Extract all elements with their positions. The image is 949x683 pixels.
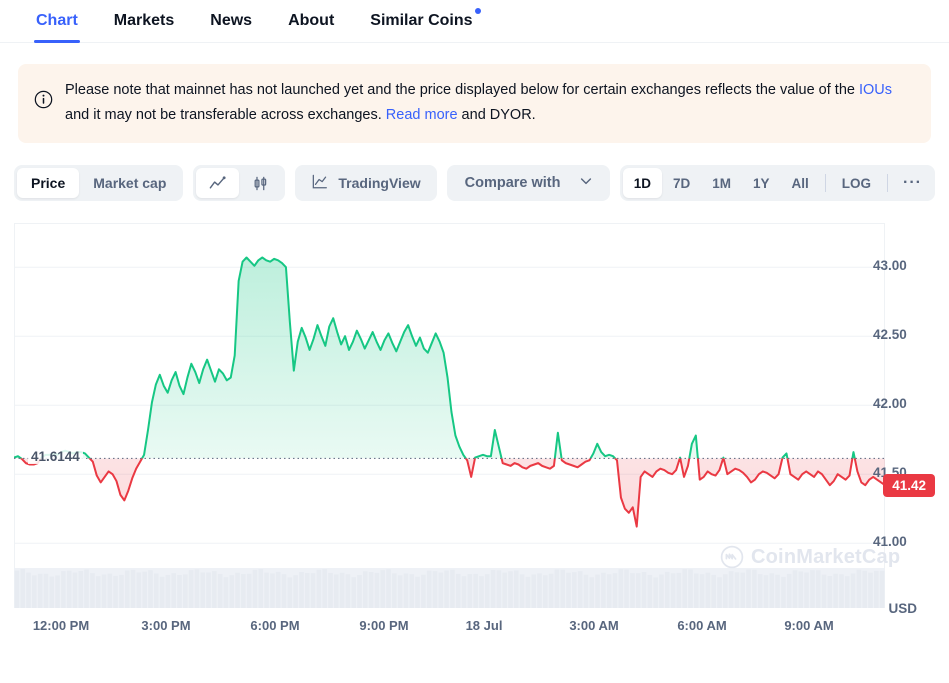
reference-price-label: 41.6144 xyxy=(28,449,83,464)
tab-news[interactable]: News xyxy=(192,0,270,43)
range-1m-button[interactable]: 1M xyxy=(701,168,742,198)
tab-about[interactable]: About xyxy=(270,0,352,43)
time-range-selector: 1D 7D 1M 1Y All LOG ··· xyxy=(620,165,935,201)
line-chart-icon[interactable] xyxy=(196,168,239,198)
x-axis-tick-2: 6:00 PM xyxy=(250,618,299,633)
price-marketcap-toggle: Price Market cap xyxy=(14,165,183,201)
y-axis-label-42: 42.00 xyxy=(873,396,931,411)
x-axis-tick-3: 9:00 PM xyxy=(359,618,408,633)
info-icon xyxy=(34,90,53,114)
range-1y-button[interactable]: 1Y xyxy=(742,168,781,198)
tradingview-icon xyxy=(311,173,329,194)
x-axis-tick-4: 18 Jul xyxy=(466,618,503,633)
tab-chart[interactable]: Chart xyxy=(18,0,96,43)
divider xyxy=(825,174,826,192)
more-options-button[interactable]: ··· xyxy=(893,174,932,192)
x-axis-tick-6: 6:00 AM xyxy=(677,618,726,633)
range-7d-button[interactable]: 7D xyxy=(662,168,701,198)
chart-toolbar: Price Market cap TradingView xyxy=(14,165,935,201)
tab-markets[interactable]: Markets xyxy=(96,0,192,43)
price-chart-canvas[interactable] xyxy=(14,223,935,608)
x-axis-tick-5: 3:00 AM xyxy=(569,618,618,633)
log-scale-button[interactable]: LOG xyxy=(831,168,882,198)
x-axis-tick-1: 3:00 PM xyxy=(141,618,190,633)
x-axis: 12:00 PM 3:00 PM 6:00 PM 9:00 PM 18 Jul … xyxy=(14,608,935,638)
tradingview-label: TradingView xyxy=(338,175,420,191)
candlestick-icon[interactable] xyxy=(239,168,282,198)
chevron-down-icon xyxy=(578,173,594,193)
read-more-link[interactable]: Read more xyxy=(386,107,458,123)
x-axis-tick-0: 12:00 PM xyxy=(33,618,89,633)
divider xyxy=(887,174,888,192)
notice-text-part1: Please note that mainnet has not launche… xyxy=(65,82,859,98)
compare-with-label: Compare with xyxy=(465,175,561,191)
tab-news-label: News xyxy=(210,12,252,30)
y-axis-label-41: 41.00 xyxy=(873,534,931,549)
tab-bar: Chart Markets News About Similar Coins xyxy=(0,0,949,43)
ious-link[interactable]: IOUs xyxy=(859,82,892,98)
chart-type-toggle xyxy=(193,165,285,201)
x-axis-tick-7: 9:00 AM xyxy=(784,618,833,633)
range-all-button[interactable]: All xyxy=(781,168,820,198)
tab-similar-coins-label: Similar Coins xyxy=(370,12,472,30)
range-1d-button[interactable]: 1D xyxy=(623,168,662,198)
price-chart[interactable]: 41.6144 43.00 42.50 42.00 41.50 41.00 41… xyxy=(14,223,935,608)
price-toggle-button[interactable]: Price xyxy=(17,168,79,198)
current-price-badge: 41.42 xyxy=(883,474,935,497)
tab-similar-coins[interactable]: Similar Coins xyxy=(352,0,490,43)
notice-text-part2: and it may not be transferable across ex… xyxy=(65,107,386,123)
mainnet-notice-banner: Please note that mainnet has not launche… xyxy=(18,64,931,143)
y-axis-label-42-50: 42.50 xyxy=(873,327,931,342)
notice-text: Please note that mainnet has not launche… xyxy=(65,78,913,128)
tab-about-label: About xyxy=(288,12,334,30)
tradingview-button[interactable]: TradingView xyxy=(295,165,436,201)
new-badge-dot-icon xyxy=(475,8,481,14)
tab-chart-label: Chart xyxy=(36,12,78,30)
market-cap-toggle-button[interactable]: Market cap xyxy=(79,168,180,198)
notice-text-part3: and DYOR. xyxy=(458,107,536,123)
compare-with-dropdown[interactable]: Compare with xyxy=(447,165,610,201)
y-axis-label-43: 43.00 xyxy=(873,258,931,273)
tab-markets-label: Markets xyxy=(114,12,174,30)
